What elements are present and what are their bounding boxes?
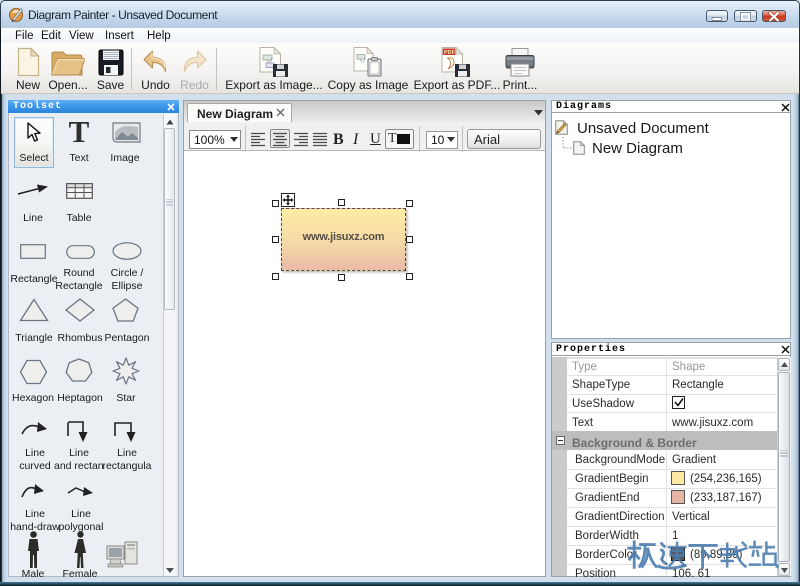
svg-text:PDF: PDF <box>444 50 456 56</box>
